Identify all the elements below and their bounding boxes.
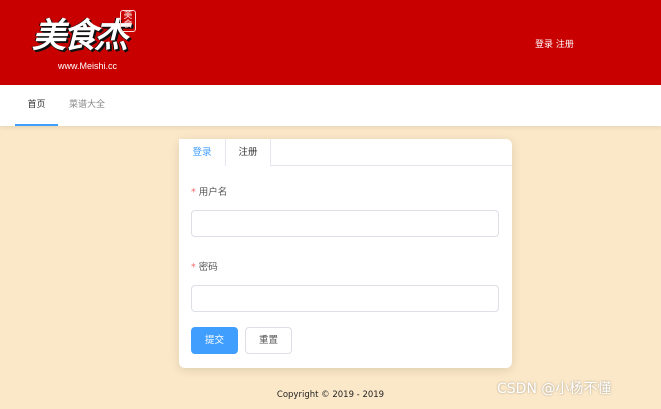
- password-required-mark: *: [191, 262, 196, 273]
- header-login-link[interactable]: 登录: [535, 40, 553, 50]
- tab-register[interactable]: 注册: [225, 139, 271, 166]
- logo-seal: 美食: [120, 10, 136, 32]
- password-label-text: 密码: [198, 262, 218, 273]
- nav-item-recipes[interactable]: 菜谱大全: [66, 85, 108, 126]
- login-card: 登录 注册 * 用户名 * 密码 提交 重置: [179, 139, 512, 368]
- submit-button[interactable]: 提交: [191, 327, 238, 354]
- username-label: * 用户名: [191, 184, 227, 198]
- tab-login[interactable]: 登录: [179, 139, 225, 166]
- auth-tabs: 登录 注册: [179, 139, 512, 166]
- username-input[interactable]: [191, 210, 499, 237]
- header-register-link[interactable]: 注册: [556, 40, 574, 50]
- nav-item-home[interactable]: 首页: [15, 85, 58, 126]
- reset-button[interactable]: 重置: [245, 327, 292, 354]
- site-logo[interactable]: 美食杰 美食 www.Meishi.cc: [28, 8, 138, 76]
- logo-brand-text: 美食杰: [32, 16, 128, 56]
- username-label-text: 用户名: [198, 187, 228, 198]
- password-input[interactable]: [191, 285, 499, 312]
- site-header: 美食杰 美食 www.Meishi.cc 登录 注册: [0, 0, 661, 85]
- password-label: * 密码: [191, 259, 218, 273]
- header-auth-links: 登录 注册: [535, 37, 574, 50]
- logo-url-text: www.Meishi.cc: [58, 61, 118, 71]
- main-nav: 首页 菜谱大全: [0, 85, 661, 126]
- username-required-mark: *: [191, 187, 196, 198]
- csdn-watermark: CSDN @小杨不懂: [497, 381, 612, 397]
